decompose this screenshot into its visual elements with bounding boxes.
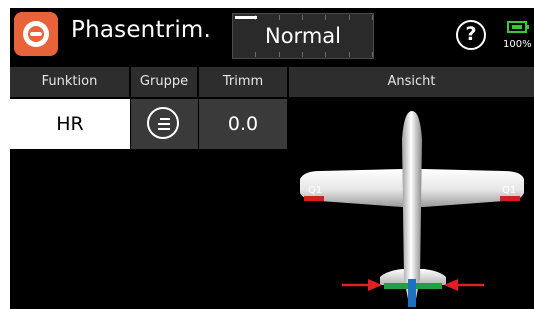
- transmitter-screen: Phasentrim. Normal ? 100% Funktion Grupp…: [10, 8, 534, 309]
- column-header-ansicht: Ansicht: [289, 67, 534, 97]
- left-arrow-icon: [342, 279, 382, 291]
- group-cell[interactable]: [131, 99, 198, 149]
- flight-mode-label: Normal: [265, 24, 341, 48]
- fuselage: [402, 111, 422, 299]
- left-aileron-label: Q1: [308, 185, 322, 196]
- dial-icon[interactable]: [14, 12, 58, 56]
- battery-charging-icon: [507, 21, 529, 33]
- right-arrow-icon: [444, 279, 484, 291]
- dial-icon-bar: [30, 32, 42, 36]
- trim-value-cell[interactable]: 0.0: [199, 99, 287, 149]
- right-aileron-label: Q1: [502, 185, 516, 196]
- page-title: Phasentrim.: [71, 17, 212, 43]
- column-header-funktion: Funktion: [10, 67, 131, 97]
- question-mark-icon[interactable]: ?: [456, 20, 486, 50]
- function-cell[interactable]: HR: [10, 99, 130, 149]
- left-aileron-marker: [304, 196, 324, 201]
- rudder-marker: [408, 279, 416, 307]
- airplane-preview: Q1 Q1: [300, 111, 524, 307]
- mode-indicator-ticks-bottom: [233, 52, 373, 57]
- column-header-trimm: Trimm: [199, 67, 289, 97]
- flight-mode-selector[interactable]: Normal: [232, 13, 374, 59]
- right-aileron-marker: [500, 196, 520, 201]
- list-menu-icon: [147, 107, 179, 139]
- battery-level: 100%: [503, 39, 532, 50]
- column-header-gruppe: Gruppe: [131, 67, 199, 97]
- battery-charge-indicator: [512, 25, 522, 29]
- mode-indicator-fill: [235, 16, 257, 19]
